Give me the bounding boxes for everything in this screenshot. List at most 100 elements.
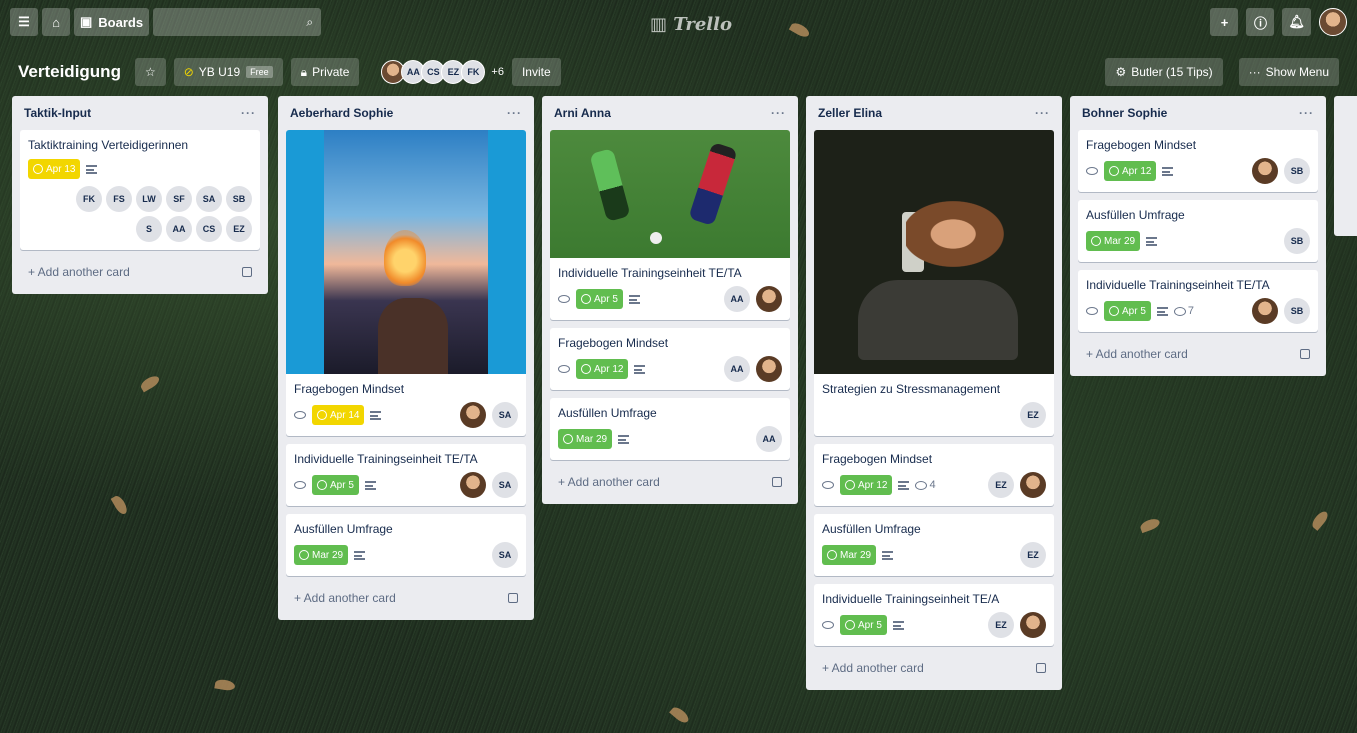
list-menu-icon[interactable]: ··· — [241, 106, 256, 120]
card[interactable]: Ausfüllen Umfrage Mar 29 AA — [550, 398, 790, 460]
card[interactable]: Strategien zu Stressmanagement EZ — [814, 130, 1054, 436]
card[interactable]: Taktiktraining Verteidigerinnen Apr 13 F… — [20, 130, 260, 250]
member-avatar[interactable] — [756, 356, 782, 382]
member-avatar[interactable]: AA — [724, 356, 750, 382]
card-template-icon[interactable] — [508, 593, 518, 603]
member-avatar[interactable]: SB — [1284, 158, 1310, 184]
card[interactable]: Ausfüllen Umfrage Mar 29 SA — [286, 514, 526, 576]
member-avatar[interactable]: SA — [492, 472, 518, 498]
list-menu-icon[interactable]: ··· — [1035, 106, 1050, 120]
member-avatar[interactable] — [1252, 298, 1278, 324]
list-menu-icon[interactable]: ··· — [507, 106, 522, 120]
add-card-label: + Add another card — [28, 265, 130, 279]
member-avatar[interactable]: SA — [492, 542, 518, 568]
create-button[interactable]: + — [1210, 8, 1239, 36]
show-menu-button[interactable]: ··· Show Menu — [1238, 58, 1339, 86]
card[interactable]: Fragebogen Mindset Apr 14 SA — [286, 130, 526, 436]
due-date-badge[interactable]: Apr 5 — [312, 475, 359, 495]
butler-button[interactable]: ⚙ Butler (15 Tips) — [1105, 58, 1223, 86]
due-date-badge[interactable]: Apr 12 — [1104, 161, 1157, 181]
add-card-button[interactable]: + Add another card — [20, 258, 260, 286]
member-avatar[interactable]: CS — [196, 216, 222, 242]
trello-logo[interactable]: ▥ Trello — [650, 14, 732, 35]
add-card-button[interactable]: + Add another card — [550, 468, 790, 496]
boards-button[interactable]: ▣ Boards — [74, 8, 150, 36]
due-date-badge[interactable]: Mar 29 — [822, 545, 877, 565]
member-avatar[interactable]: EZ — [1020, 402, 1046, 428]
apps-menu-button[interactable]: ☰ — [10, 8, 38, 36]
user-avatar[interactable] — [1319, 8, 1347, 36]
member-avatar[interactable]: SB — [1284, 298, 1310, 324]
add-card-button[interactable]: + Add another card — [286, 584, 526, 612]
member-avatar[interactable]: SA — [492, 402, 518, 428]
notifications-button[interactable]: 🔔︎ — [1282, 8, 1311, 36]
list-menu-icon[interactable]: ··· — [771, 106, 786, 120]
list-title[interactable]: Taktik-Input — [24, 106, 91, 120]
invite-button[interactable]: Invite — [511, 58, 561, 86]
list-title[interactable]: Aeberhard Sophie — [290, 106, 393, 120]
card-template-icon[interactable] — [772, 477, 782, 487]
due-date-badge[interactable]: Apr 5 — [576, 289, 623, 309]
board-title[interactable]: Verteidigung — [18, 62, 121, 82]
member-avatar[interactable]: FK — [76, 186, 102, 212]
due-date-badge[interactable]: Apr 5 — [840, 615, 887, 635]
member-avatar[interactable]: FK — [461, 60, 486, 84]
member-avatar[interactable]: EZ — [988, 612, 1014, 638]
card-template-icon[interactable] — [1300, 349, 1310, 359]
team-button[interactable]: ⊘ YB U19 Free — [173, 58, 283, 86]
card-title: Taktiktraining Verteidigerinnen — [28, 138, 189, 152]
member-avatar[interactable]: AA — [166, 216, 192, 242]
card[interactable]: Fragebogen Mindset Apr 12 4 EZ — [814, 444, 1054, 506]
list-title[interactable]: Arni Anna — [554, 106, 611, 120]
member-avatar[interactable]: AA — [756, 426, 782, 452]
list-title[interactable]: Zeller Elina — [818, 106, 882, 120]
member-avatar[interactable] — [756, 286, 782, 312]
card[interactable]: Individuelle Trainingseinheit TE/A Apr 5… — [814, 584, 1054, 646]
card-template-icon[interactable] — [1036, 663, 1046, 673]
member-avatar[interactable]: EZ — [1020, 542, 1046, 568]
card[interactable]: Individuelle Trainingseinheit TE/TA Apr … — [286, 444, 526, 506]
add-card-button[interactable]: + Add another card — [814, 654, 1054, 682]
member-avatar[interactable]: S — [136, 216, 162, 242]
member-avatar[interactable]: FS — [106, 186, 132, 212]
member-avatar[interactable]: SB — [226, 186, 252, 212]
due-date-badge[interactable]: Mar 29 — [1086, 231, 1141, 251]
card-template-icon[interactable] — [242, 267, 252, 277]
due-date-badge[interactable]: Apr 5 — [1104, 301, 1151, 321]
member-avatar[interactable]: SF — [166, 186, 192, 212]
card[interactable]: Fragebogen Mindset Apr 12 SB — [1078, 130, 1318, 192]
due-date-badge[interactable]: Apr 13 — [28, 159, 81, 179]
member-avatar[interactable]: LW — [136, 186, 162, 212]
board-members: AA CS EZ FK +6 — [381, 60, 504, 84]
home-button[interactable]: ⌂ — [42, 8, 70, 36]
due-date-text: Apr 12 — [1122, 165, 1152, 177]
member-avatar[interactable]: SB — [1284, 228, 1310, 254]
card[interactable]: Fragebogen Mindset Apr 12 AA — [550, 328, 790, 390]
list-menu-icon[interactable]: ··· — [1299, 106, 1314, 120]
member-avatar[interactable] — [1020, 472, 1046, 498]
add-card-button[interactable]: + Add another card — [1078, 340, 1318, 368]
member-avatar[interactable] — [460, 472, 486, 498]
star-button[interactable]: ☆ — [134, 58, 166, 86]
info-button[interactable]: ⓘ — [1246, 8, 1275, 36]
member-avatar[interactable]: AA — [724, 286, 750, 312]
member-avatar[interactable] — [460, 402, 486, 428]
due-date-badge[interactable]: Apr 12 — [576, 359, 629, 379]
due-date-badge[interactable]: Apr 12 — [840, 475, 893, 495]
member-avatar[interactable] — [1252, 158, 1278, 184]
card[interactable]: Ausfüllen Umfrage Mar 29 EZ — [814, 514, 1054, 576]
card[interactable]: Individuelle Trainingseinheit TE/TA Apr … — [1078, 270, 1318, 332]
member-avatar[interactable]: SA — [196, 186, 222, 212]
member-avatar[interactable]: EZ — [988, 472, 1014, 498]
card[interactable]: Individuelle Trainingseinheit TE/TA Apr … — [550, 130, 790, 320]
visibility-button[interactable]: 🔒︎ Private — [290, 58, 360, 86]
search-input[interactable]: ⌕ — [153, 8, 322, 36]
due-date-badge[interactable]: Mar 29 — [294, 545, 349, 565]
more-members-count[interactable]: +6 — [491, 66, 504, 78]
card[interactable]: Ausfüllen Umfrage Mar 29 SB — [1078, 200, 1318, 262]
due-date-badge[interactable]: Mar 29 — [558, 429, 613, 449]
member-avatar[interactable]: EZ — [226, 216, 252, 242]
member-avatar[interactable] — [1020, 612, 1046, 638]
list-title[interactable]: Bohner Sophie — [1082, 106, 1167, 120]
due-date-badge[interactable]: Apr 14 — [312, 405, 365, 425]
